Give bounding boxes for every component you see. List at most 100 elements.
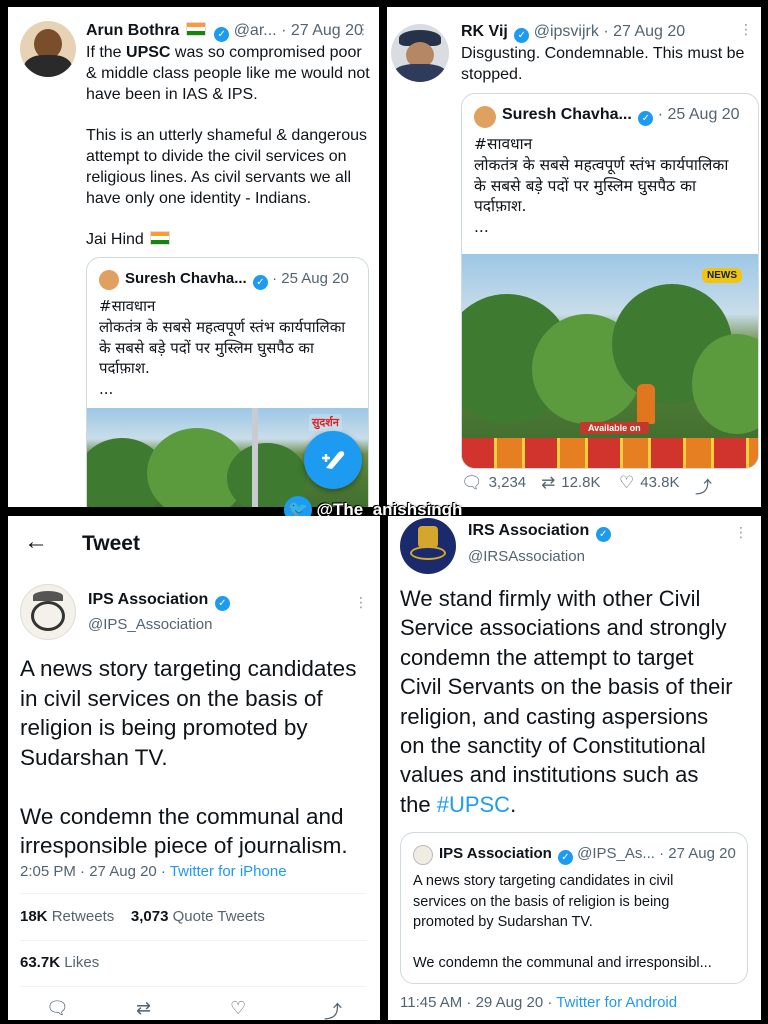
quote-tweets-count: 3,073 [130,908,169,925]
back-arrow-icon[interactable]: ← [24,528,48,556]
retweet-icon[interactable]: ⇄ [136,998,151,1019]
tweet-timestamp[interactable]: 2:05 PM · 27 Aug 20 · [20,863,170,880]
text-line: We condemn the communal and irresponsibl… [413,955,712,971]
quoted-tweet[interactable]: Suresh Chavha... ✓ · 25 Aug 20 #सावधान ल… [461,93,759,469]
more-dots-icon[interactable]: ⋮ [354,594,368,611]
tweet-text: If the UPSC was so compromised poor & mi… [86,43,376,251]
retweets-stat[interactable]: 18K Retweets [20,908,114,925]
text-line: A news story targeting candidates [20,656,357,681]
retweets-label: Retweets [51,908,115,925]
compose-button[interactable] [304,431,362,489]
avatar[interactable] [20,584,76,640]
text-line: A news story targeting candidates in civ… [413,873,674,889]
tweet-source[interactable]: Twitter for Android [556,994,677,1011]
text-line: values and institutions such as [400,762,699,788]
text-line: #सावधान [99,297,156,315]
text-line: This is an utterly shameful & dangerous [86,127,368,145]
text-fragment: If the [86,44,127,61]
reply-icon[interactable]: 🗨 [46,998,69,1019]
text-line: ... [474,218,489,237]
verified-badge-icon: ✓ [214,27,230,42]
text-line: Service associations and strongly [400,615,727,641]
verified-badge-icon: ✓ [514,28,530,43]
author-handle[interactable]: @ipsvijrk [534,23,599,40]
retweet-icon: ⇄ [541,473,556,492]
text-line: Sudarshan TV. [20,744,168,770]
quote-date: · 25 Aug 20 [657,106,740,123]
reply-count: 3,234 [488,474,527,491]
more-dots-icon[interactable]: ⋮ [739,21,753,38]
quote-date: · 25 Aug 20 [272,270,349,287]
text-bold: UPSC [126,44,171,61]
text-line: have only one identity - Indians. [86,189,312,207]
india-flag-icon [150,231,171,246]
verified-badge-icon: ✓ [595,527,611,542]
tweet-panel-ips-association: ← Tweet IPS Association ✓ @IPS_Associati… [8,516,380,1020]
text-line: Jai Hind [86,231,144,249]
author-handle[interactable]: @IPS_Association [88,616,212,633]
text-line: ... [99,380,114,399]
tweet-date[interactable]: · 27 Aug 20 [281,22,363,39]
channel-logo: सुदर्शन [309,414,342,431]
author-name[interactable]: IPS Association [88,591,208,608]
tweet-meta: 2:05 PM · 27 Aug 20 · Twitter for iPhone [20,863,287,880]
retweets-count: 18K [20,908,48,925]
hashtag-link[interactable]: #UPSC [437,792,510,817]
divider [20,986,367,987]
author-handle[interactable]: @ar... [234,22,277,39]
quote-date: · 27 Aug 20 [659,845,736,862]
quote-avatar [99,270,119,290]
text-line: stopped. [461,65,523,83]
quote-tweets-stat[interactable]: 3,073 Quote Tweets [131,908,265,925]
avatar[interactable] [20,21,76,77]
tweet-timestamp[interactable]: 11:45 AM · 29 Aug 20 · [400,994,556,1011]
quote-text: #सावधान लोकतंत्र के सबसे महत्वपूर्ण स्तं… [99,296,364,400]
quote-author-name: Suresh Chavha... [502,106,632,123]
text-line: have been in IAS & IPS. [86,85,258,103]
text-line: & middle class people like me would not [86,64,370,82]
verified-badge-icon: ✓ [638,111,654,126]
text-line: के सबसे बड़े पदों पर मुस्लिम घुसपैठ का [99,338,314,357]
verified-badge-icon: ✓ [214,596,230,611]
verified-badge-icon: ✓ [252,275,268,290]
quote-avatar [413,845,433,865]
tweet-panel-irs-association: IRS Association ✓ @IRSAssociation ⋮ We s… [388,516,761,1020]
text-line: लोकतंत्र के सबसे महत्वपूर्ण स्तंभ कार्यप… [99,317,346,336]
text-line: पर्दाफ़ाश. [474,197,527,216]
tweet-date[interactable]: · 27 Aug 20 [603,23,685,40]
compose-icon [322,451,345,469]
header-title: Tweet [82,532,140,555]
avatar[interactable] [391,24,449,82]
like-icon[interactable]: ♡ [230,998,246,1019]
author-handle[interactable]: @IRSAssociation [468,548,585,565]
retweet-button[interactable]: ⇄ 12.8K [541,473,600,493]
tweet-panel-arun-bothra: Arun Bothra ✓ @ar... · 27 Aug 20 ⋮ If th… [8,7,379,507]
quoted-tweet[interactable]: IPS Association ✓ @IPS_As... · 27 Aug 20… [400,832,748,984]
share-icon[interactable]: ⤴ [324,998,342,1020]
author-name[interactable]: IRS Association [468,522,589,539]
channel-ticker [462,438,758,468]
quote-avatar [474,106,496,128]
quote-tweets-label: Quote Tweets [172,908,265,925]
like-count: 43.8K [640,474,680,491]
available-banner: Available on [580,422,649,434]
text-line: promoted by Sudarshan TV. [413,914,593,930]
tweet-source[interactable]: Twitter for iPhone [170,863,287,880]
text-line: पर्दाफ़ाश. [99,359,150,378]
more-dots-icon[interactable]: ⋮ [356,21,370,38]
reply-button[interactable]: 🗨 3,234 [461,473,526,493]
text-line: We condemn the communal and [20,803,344,829]
text-line: in civil services on the basis of [20,685,323,711]
video-thumbnail[interactable]: NEWS Available on [462,254,758,468]
divider [20,893,367,894]
author-name[interactable]: Arun Bothra [86,22,179,39]
avatar[interactable] [400,518,456,574]
author-name[interactable]: RK Vij [461,23,508,40]
quote-author-handle: @IPS_As... [577,845,655,862]
like-button[interactable]: ♡ 43.8K [619,473,679,493]
quote-author-name: IPS Association [439,845,552,862]
more-dots-icon[interactable]: ⋮ [734,524,748,541]
tweet-text: We stand firmly with other Civil Service… [400,584,760,819]
share-button[interactable]: ⤴ [695,473,718,498]
likes-stat[interactable]: 63.7K Likes [20,954,99,971]
